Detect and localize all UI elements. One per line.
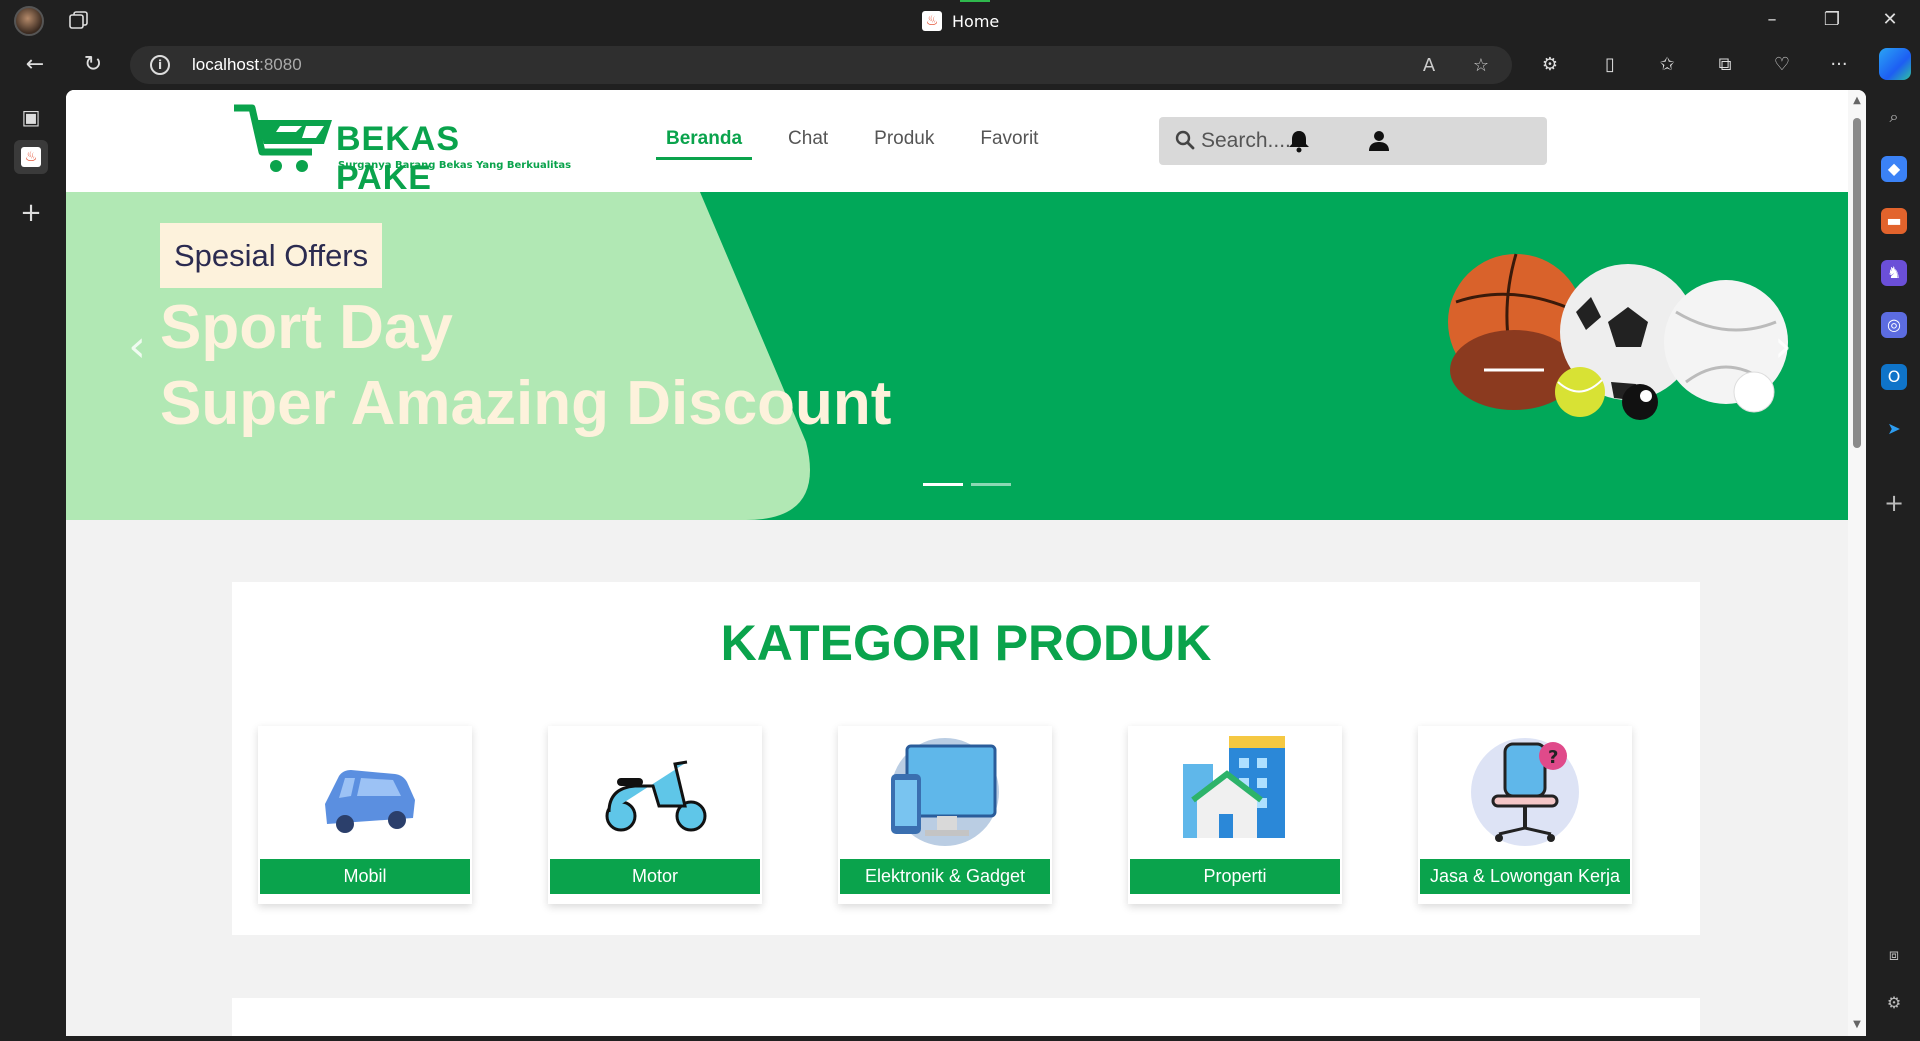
flame-favicon-icon: ♨ bbox=[922, 11, 942, 31]
nav-produk[interactable]: Produk bbox=[864, 120, 944, 160]
monitor-phone-icon bbox=[891, 738, 999, 846]
browser-toolbar: ← ↻ i localhost:8080 A ☆ ⚙ ▯ ✩ ⧉ ♡ ··· bbox=[0, 40, 1920, 90]
category-title: KATEGORI PRODUK bbox=[720, 615, 1212, 671]
scooter-icon bbox=[605, 760, 707, 832]
category-card-mobil[interactable]: Mobil bbox=[258, 726, 472, 904]
category-section: KATEGORI PRODUK Mobil Motor Elektronik &… bbox=[232, 582, 1700, 935]
refresh-icon[interactable]: ↻ bbox=[80, 52, 106, 78]
split-screen-icon[interactable]: ▯ bbox=[1597, 52, 1623, 78]
building-icon bbox=[1183, 736, 1285, 838]
brand-tagline: Surganya Barang Bekas Yang Berkualitas bbox=[338, 160, 572, 171]
scroll-up-icon[interactable]: ▲ bbox=[1852, 96, 1862, 106]
category-label: Properti bbox=[1130, 859, 1340, 894]
minimize-icon[interactable]: – bbox=[1760, 8, 1784, 32]
site-info-icon[interactable]: i bbox=[150, 55, 170, 75]
favorites-icon[interactable]: ✩ bbox=[1654, 52, 1680, 78]
carousel-indicator-2[interactable] bbox=[971, 483, 1011, 486]
more-menu-icon[interactable]: ··· bbox=[1826, 52, 1852, 78]
search-icon bbox=[1175, 130, 1195, 150]
collections-icon[interactable]: ⧉ bbox=[1712, 52, 1738, 78]
sports-balls-image bbox=[1448, 253, 1788, 420]
nav-chat[interactable]: Chat bbox=[778, 120, 838, 160]
promo-carousel: Spesial Offers Sport Day Super Amazing D… bbox=[66, 192, 1848, 520]
vertical-tabs: ▣ ♨ + bbox=[0, 90, 66, 1041]
category-label: Elektronik & Gadget bbox=[840, 859, 1050, 894]
microsoft-365-icon[interactable]: ◎ bbox=[1881, 312, 1907, 338]
drop-send-icon[interactable]: ➤ bbox=[1881, 416, 1907, 442]
browser-essentials-icon[interactable]: ♡ bbox=[1769, 52, 1795, 78]
search-icon[interactable]: ⌕ bbox=[1881, 104, 1907, 130]
scrollbar-thumb[interactable] bbox=[1853, 118, 1861, 448]
address-bar[interactable]: i localhost:8080 A ☆ bbox=[130, 46, 1512, 84]
shopping-cart-logo-icon bbox=[234, 104, 332, 172]
new-tab-plus-icon[interactable]: + bbox=[14, 196, 48, 230]
profile-avatar[interactable] bbox=[14, 6, 44, 36]
carousel-indicator-1[interactable] bbox=[923, 483, 963, 486]
bell-icon[interactable] bbox=[1286, 128, 1312, 154]
main-navigation: Beranda Chat Produk Favorit bbox=[656, 120, 1074, 160]
svg-text:?: ? bbox=[1548, 747, 1558, 768]
url-text[interactable]: localhost:8080 bbox=[192, 55, 302, 75]
active-tab[interactable]: ♨ Home bbox=[922, 10, 999, 32]
browser-sidebar: ⌕ ◆ ▬ ♞ ◎ O ➤ + ⧈ ⚙ bbox=[1866, 90, 1920, 1041]
tab-title-text: Home bbox=[952, 11, 1000, 31]
extensions-icon[interactable]: ⚙ bbox=[1537, 52, 1563, 78]
search-box bbox=[1159, 117, 1547, 165]
page-viewport: BEKAS PAKE Surganya Barang Bekas Yang Be… bbox=[66, 90, 1866, 1036]
shopping-tag-icon[interactable]: ◆ bbox=[1881, 156, 1907, 182]
site-header: BEKAS PAKE Surganya Barang Bekas Yang Be… bbox=[66, 90, 1848, 197]
screenshot-icon[interactable]: ⧈ bbox=[1881, 942, 1907, 968]
category-card-motor[interactable]: Motor bbox=[548, 726, 762, 904]
nav-favorit[interactable]: Favorit bbox=[970, 120, 1048, 160]
favorite-star-icon[interactable]: ☆ bbox=[1470, 55, 1492, 77]
carousel-prev-icon[interactable]: ‹ bbox=[122, 322, 152, 372]
category-card-properti[interactable]: Properti bbox=[1128, 726, 1342, 904]
category-label: Motor bbox=[550, 859, 760, 894]
brand-name: BEKAS PAKE bbox=[336, 120, 461, 197]
back-arrow-icon[interactable]: ← bbox=[22, 52, 48, 78]
next-section-card bbox=[232, 998, 1700, 1036]
banner-headline-1: Sport Day bbox=[160, 293, 453, 362]
outlook-icon[interactable]: O bbox=[1881, 364, 1907, 390]
category-label: Jasa & Lowongan Kerja bbox=[1420, 859, 1630, 894]
user-icon[interactable] bbox=[1366, 128, 1392, 154]
carousel-next-icon[interactable]: › bbox=[1768, 322, 1798, 372]
site-logo[interactable]: BEKAS PAKE Surganya Barang Bekas Yang Be… bbox=[232, 100, 571, 197]
category-card-jasa[interactable]: ? Jasa & Lowongan Kerja bbox=[1418, 726, 1632, 904]
tab-actions-icon[interactable]: ▣ bbox=[14, 100, 48, 134]
tab-accent-line bbox=[960, 0, 990, 2]
category-label: Mobil bbox=[260, 859, 470, 894]
read-aloud-icon[interactable]: A bbox=[1418, 55, 1440, 77]
page-scrollbar[interactable]: ▲ ▼ bbox=[1848, 90, 1866, 1036]
workspaces-icon[interactable] bbox=[68, 10, 90, 30]
category-card-elektronik[interactable]: Elektronik & Gadget bbox=[838, 726, 1052, 904]
toolbox-icon[interactable]: ▬ bbox=[1881, 208, 1907, 234]
banner-headline-2: Super Amazing Discount bbox=[160, 369, 892, 438]
vertical-tab-home[interactable]: ♨ bbox=[14, 140, 48, 174]
nav-beranda[interactable]: Beranda bbox=[656, 120, 753, 160]
carousel-indicators bbox=[923, 483, 1011, 486]
car-icon bbox=[325, 770, 415, 833]
restore-icon[interactable]: ❐ bbox=[1820, 8, 1844, 32]
flame-favicon-icon: ♨ bbox=[21, 147, 41, 167]
offer-badge: Spesial Offers bbox=[160, 223, 383, 288]
add-sidebar-plus-icon[interactable]: + bbox=[1881, 490, 1907, 516]
browser-title-bar: ♨ Home – ❐ ✕ bbox=[0, 0, 1920, 40]
settings-gear-icon[interactable]: ⚙ bbox=[1881, 990, 1907, 1016]
close-icon[interactable]: ✕ bbox=[1878, 8, 1902, 32]
games-icon[interactable]: ♞ bbox=[1881, 260, 1907, 286]
copilot-icon[interactable] bbox=[1879, 48, 1911, 80]
scroll-down-icon[interactable]: ▼ bbox=[1852, 1020, 1862, 1030]
office-chair-icon: ? bbox=[1471, 738, 1579, 846]
